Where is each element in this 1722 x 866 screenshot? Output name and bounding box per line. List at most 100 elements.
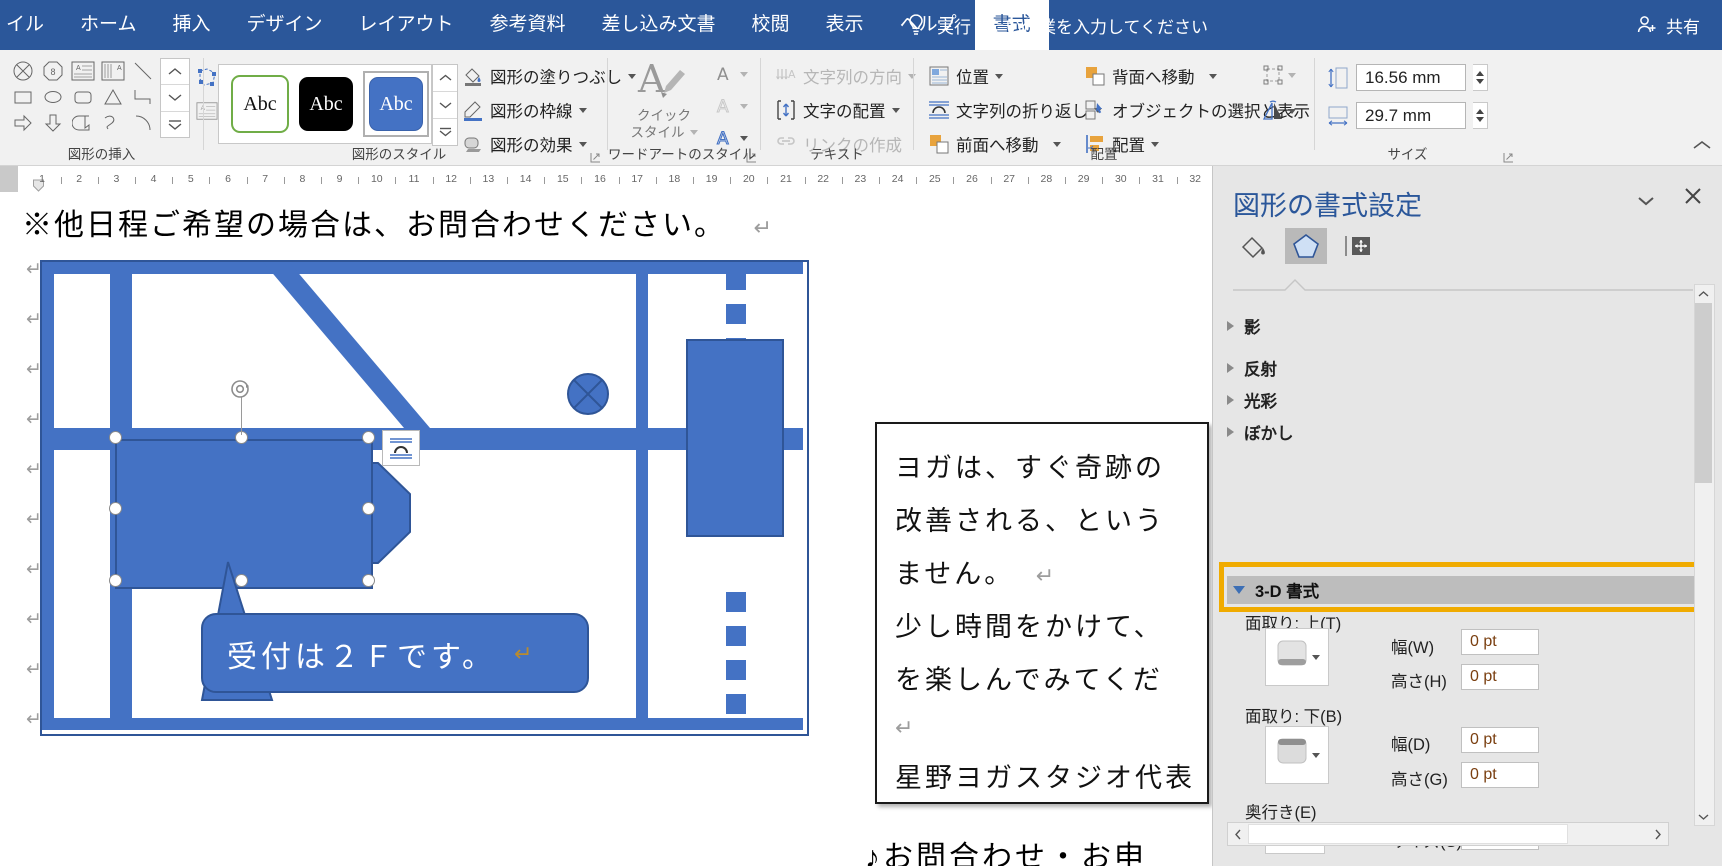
shape-styles-scroll[interactable]: [432, 64, 458, 146]
shape-arc-icon[interactable]: [128, 110, 158, 136]
pane-hscroll-thumb[interactable]: [1248, 824, 1568, 844]
pane-tab-effects[interactable]: [1285, 228, 1327, 264]
collapse-ribbon-button[interactable]: [1692, 138, 1712, 156]
tab-home[interactable]: ホーム: [62, 0, 154, 50]
pane-close-button[interactable]: [1683, 186, 1703, 211]
bevel-top-width-input[interactable]: 0 pt: [1461, 629, 1539, 655]
shape-line-icon[interactable]: [128, 58, 158, 84]
tell-me-box[interactable]: 実行したい作業を入力してください: [905, 0, 1208, 50]
pane-section-glow[interactable]: 光彩: [1227, 388, 1277, 412]
pane-scroll-thumb[interactable]: [1695, 303, 1712, 483]
selection-handle-bottom-center[interactable]: [235, 574, 248, 587]
bevel-bottom-caret-icon[interactable]: [1311, 752, 1320, 758]
tab-review[interactable]: 校閲: [734, 0, 808, 50]
align-text-caret-icon[interactable]: [891, 107, 900, 113]
text-fill-button[interactable]: A: [714, 63, 748, 85]
shape-outline-button[interactable]: 図形の枠線: [462, 98, 587, 122]
shape-rectangle-icon[interactable]: [8, 84, 38, 110]
text-outline-button[interactable]: A: [714, 95, 748, 117]
flip-rotate-caret-icon[interactable]: [1288, 108, 1296, 114]
selection-handle-bottom-left[interactable]: [109, 574, 122, 587]
shape-elbow-connector-icon[interactable]: [128, 84, 158, 110]
pane-horizontal-scrollbar[interactable]: [1227, 822, 1669, 846]
shape-width-stepper[interactable]: [1473, 102, 1488, 129]
bevel-bottom-dropdown[interactable]: [1265, 726, 1329, 784]
pane-menu-button[interactable]: [1637, 194, 1655, 212]
horizontal-ruler[interactable]: 1 2 3 4 5 6 7 8 9 10 11 12 13 14 15 16 17 18 19 20 21 22 23 24 2…: [0, 166, 1212, 193]
bevel-top-caret-icon[interactable]: [1311, 654, 1320, 660]
shape-height-field[interactable]: 16.56 mm: [1327, 64, 1488, 91]
shape-triangle-icon[interactable]: [98, 84, 128, 110]
bevel-top-height-input[interactable]: 0 pt: [1461, 664, 1539, 690]
pane-vertical-scrollbar[interactable]: [1694, 284, 1715, 826]
tab-mailings[interactable]: 差し込み文書: [584, 0, 734, 50]
bevel-bottom-width-input[interactable]: 0 pt: [1461, 727, 1539, 753]
rotate-button[interactable]: [1262, 64, 1296, 86]
layout-options-button[interactable]: [382, 430, 420, 466]
quick-styles-caret-icon[interactable]: [689, 130, 698, 135]
pane-section-reflection[interactable]: 反射: [1227, 356, 1277, 380]
bevel-bottom-height-input[interactable]: 0 pt: [1461, 762, 1539, 788]
shape-style-preview-3-selected[interactable]: Abc: [363, 71, 429, 137]
shape-pentagon-arrow-icon[interactable]: [68, 110, 98, 136]
position-caret-icon[interactable]: [995, 73, 1003, 79]
shape-height-stepper[interactable]: [1473, 64, 1488, 91]
tab-file[interactable]: イル: [0, 0, 62, 50]
send-backward-caret-icon[interactable]: [1208, 73, 1217, 79]
shapes-scroll-down-icon[interactable]: [161, 85, 189, 112]
shape-freeform-scribble-icon[interactable]: [98, 110, 128, 136]
pane-hscroll-left-icon[interactable]: [1228, 824, 1248, 844]
shape-width-input[interactable]: 29.7 mm: [1356, 102, 1466, 129]
shape-style-preview-2[interactable]: Abc: [299, 77, 353, 131]
shape-ellipse-icon[interactable]: [38, 84, 68, 110]
pane-scroll-up-icon[interactable]: [1695, 285, 1712, 302]
shape-right-arrow-icon[interactable]: [8, 110, 38, 136]
shape-rounded-rectangle-icon[interactable]: [68, 84, 98, 110]
pane-scroll-down-icon[interactable]: [1695, 808, 1712, 825]
tab-layout[interactable]: レイアウト: [340, 0, 471, 50]
pane-tab-layout-properties[interactable]: [1337, 228, 1379, 264]
rotate-objects-button-2[interactable]: [1262, 100, 1296, 122]
shape-width-field[interactable]: 29.7 mm: [1327, 102, 1488, 129]
selection-handle-bottom-right[interactable]: [362, 574, 375, 587]
tab-references[interactable]: 参考資料: [472, 0, 584, 50]
pane-hscroll-right-icon[interactable]: [1648, 824, 1668, 844]
pane-section-soft-edges[interactable]: ぼかし: [1227, 420, 1294, 444]
shapes-scroll-up-icon[interactable]: [161, 59, 189, 86]
shape-styles-gallery[interactable]: Abc Abc Abc: [218, 64, 432, 144]
rotation-handle-icon[interactable]: [229, 377, 253, 401]
styles-scroll-down-icon[interactable]: [433, 92, 457, 119]
shape-octagon-icon[interactable]: 8: [38, 58, 68, 84]
styles-gallery-more-icon[interactable]: [433, 119, 457, 145]
tab-insert[interactable]: 挿入: [154, 0, 228, 50]
text-fill-caret-icon[interactable]: [740, 71, 748, 77]
selection-handle-top-left[interactable]: [109, 431, 122, 444]
selection-handle-middle-left[interactable]: [109, 502, 122, 515]
styles-scroll-up-icon[interactable]: [433, 65, 457, 92]
shapes-gallery[interactable]: 8 A A: [8, 58, 158, 136]
text-effects-caret-icon[interactable]: [740, 135, 748, 141]
floating-textbox[interactable]: ヨガは、すぐ奇跡の 改善される、という ません。 ↵ 少し時間をかけて、 を楽し…: [875, 422, 1209, 804]
pane-section-shadow[interactable]: 影: [1227, 314, 1261, 338]
send-backward-button[interactable]: 背面へ移動: [1084, 64, 1217, 88]
shape-vertical-textbox-icon[interactable]: A: [98, 58, 128, 84]
text-direction-button[interactable]: A 文字列の方向: [775, 64, 916, 88]
shape-outline-caret-icon[interactable]: [578, 107, 587, 113]
quick-styles-button[interactable]: A クイック スタイル: [626, 56, 702, 156]
shape-textbox-icon[interactable]: A: [68, 58, 98, 84]
pane-tab-fill-line[interactable]: [1233, 228, 1275, 264]
shape-down-arrow-icon[interactable]: [38, 110, 68, 136]
selection-handle-top-right[interactable]: [362, 431, 375, 444]
tab-view[interactable]: 表示: [808, 0, 882, 50]
selection-handle-middle-right[interactable]: [362, 502, 375, 515]
text-outline-caret-icon[interactable]: [740, 103, 748, 109]
rotate-caret-icon[interactable]: [1288, 72, 1296, 78]
document-canvas[interactable]: ※他日程ご希望の場合は、お問合わせください。 ↵ ↵ ↵ ↵ ↵ ↵ ↵ ↵ ↵…: [0, 192, 1212, 866]
align-text-button[interactable]: 文字の配置: [775, 98, 900, 122]
bevel-top-dropdown[interactable]: [1265, 628, 1329, 686]
size-dialog-launcher[interactable]: [1503, 150, 1514, 163]
tab-design[interactable]: デザイン: [228, 0, 340, 50]
shape-circle-cross-icon[interactable]: [8, 58, 38, 84]
position-button[interactable]: 位置: [928, 64, 1003, 88]
map-drawing-frame[interactable]: 受付は２Ｆです。 ↵: [40, 260, 809, 736]
